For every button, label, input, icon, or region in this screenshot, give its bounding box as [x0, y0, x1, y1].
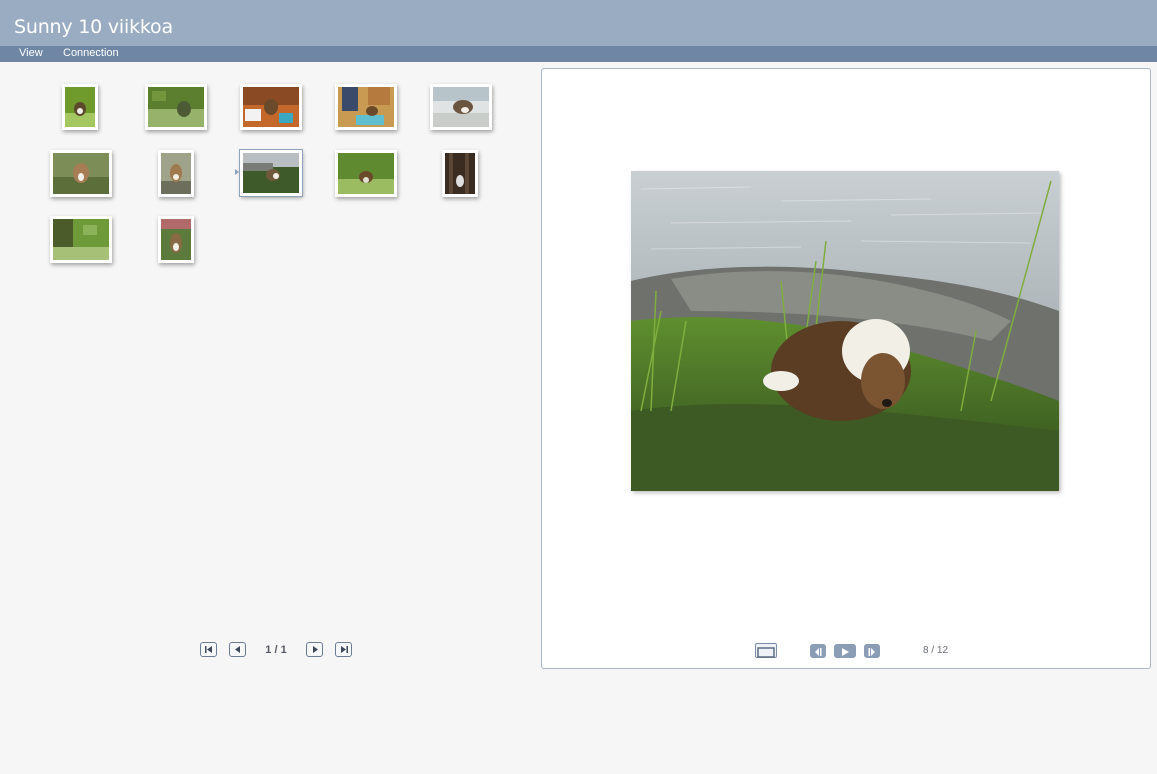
main-photo[interactable] — [631, 171, 1059, 491]
thumbnail-7[interactable] — [158, 150, 194, 197]
thumbnail-8-selected[interactable] — [239, 149, 303, 197]
first-page-icon — [205, 646, 212, 653]
thumbnail-3[interactable] — [240, 84, 302, 130]
last-page-button[interactable] — [335, 642, 352, 657]
next-photo-icon — [868, 648, 875, 656]
menu-bar: View Connection — [0, 46, 1157, 62]
app-title: Sunny 10 viikkoa — [14, 16, 173, 38]
thumbnail-2[interactable] — [145, 84, 207, 130]
selected-thumbnail-marker — [235, 169, 239, 175]
thumbnail-4[interactable] — [335, 84, 397, 130]
thumbnail-12[interactable] — [158, 216, 194, 263]
next-photo-button[interactable] — [864, 644, 880, 658]
thumbnail-panel — [0, 62, 540, 774]
previous-page-button[interactable] — [229, 642, 246, 657]
thumbnail-6[interactable] — [50, 150, 112, 197]
photo-viewer: 8 / 12 — [541, 68, 1151, 669]
menu-item-connection[interactable]: Connection — [63, 47, 119, 59]
thumbnail-10[interactable] — [442, 150, 478, 197]
thumbnail-5[interactable] — [430, 84, 492, 130]
page-indicator: 1 / 1 — [265, 644, 287, 656]
next-page-icon — [313, 646, 318, 653]
menu-item-view[interactable]: View — [19, 47, 43, 59]
thumbnail-1[interactable] — [62, 84, 98, 130]
fullscreen-button[interactable] — [755, 643, 777, 658]
play-slideshow-button[interactable] — [834, 644, 856, 658]
fullscreen-icon — [757, 647, 775, 658]
thumbnail-11[interactable] — [50, 216, 112, 263]
thumbnail-9[interactable] — [335, 150, 397, 197]
last-page-icon — [341, 646, 348, 653]
play-slideshow-icon — [842, 648, 849, 656]
next-page-button[interactable] — [306, 642, 323, 657]
previous-photo-button[interactable] — [810, 644, 826, 658]
app-header: Sunny 10 viikkoa — [0, 0, 1157, 46]
previous-page-icon — [235, 646, 240, 653]
previous-photo-icon — [815, 648, 822, 656]
photo-counter: 8 / 12 — [923, 645, 949, 656]
first-page-button[interactable] — [200, 642, 217, 657]
